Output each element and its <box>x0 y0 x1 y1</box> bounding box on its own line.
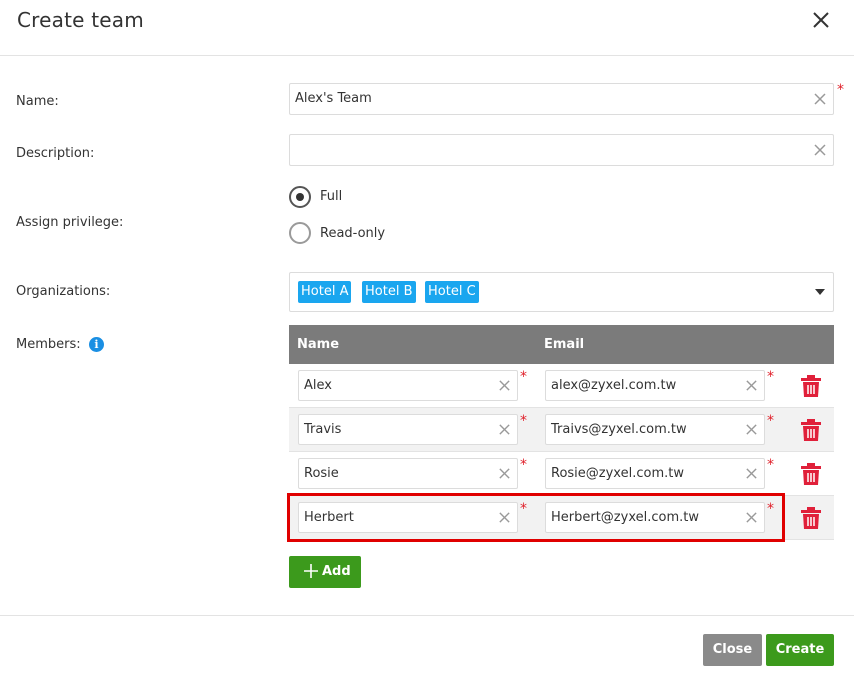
trash-icon[interactable] <box>800 418 822 442</box>
member-name-input[interactable]: Herbert <box>298 502 518 533</box>
member-name-value: Herbert <box>304 510 354 525</box>
column-header-name: Name <box>297 337 340 352</box>
member-name-input[interactable]: Travis <box>298 414 518 445</box>
organizations-label: Organizations: <box>16 284 111 299</box>
close-button[interactable]: Close <box>703 634 762 666</box>
required-mark: * <box>520 501 527 517</box>
clear-icon[interactable] <box>498 511 511 524</box>
required-mark: * <box>767 369 774 385</box>
chevron-down-icon[interactable] <box>815 289 825 295</box>
member-email-input[interactable]: Herbert@zyxel.com.tw <box>545 502 765 533</box>
member-name-value: Alex <box>304 378 332 393</box>
member-name-value: Travis <box>304 422 342 437</box>
clear-icon[interactable] <box>498 467 511 480</box>
members-table-header: Name Email <box>289 325 834 364</box>
member-email-value: alex@zyxel.com.tw <box>551 378 677 393</box>
trash-icon[interactable] <box>800 506 822 530</box>
member-email-value: Rosie@zyxel.com.tw <box>551 466 684 481</box>
organizations-select[interactable]: Hotel A Hotel B Hotel C <box>289 272 834 312</box>
required-mark: * <box>520 413 527 429</box>
clear-icon[interactable] <box>745 467 758 480</box>
organization-tag[interactable]: Hotel A <box>298 281 352 303</box>
privilege-readonly-radio[interactable] <box>289 222 311 244</box>
required-mark: * <box>520 369 527 385</box>
member-email-value: Herbert@zyxel.com.tw <box>551 510 699 525</box>
privilege-label: Assign privilege: <box>16 215 124 230</box>
clear-icon[interactable] <box>745 511 758 524</box>
organization-tag[interactable]: Hotel B <box>362 281 416 303</box>
dialog-title: Create team <box>17 8 144 32</box>
clear-icon[interactable] <box>745 423 758 436</box>
member-email-input[interactable]: Rosie@zyxel.com.tw <box>545 458 765 489</box>
required-mark: * <box>767 457 774 473</box>
privilege-full-radio[interactable] <box>289 186 311 208</box>
privilege-readonly-label: Read-only <box>320 226 386 241</box>
plus-icon <box>304 564 318 578</box>
add-member-label: Add <box>322 564 351 579</box>
clear-icon[interactable] <box>813 143 827 157</box>
description-label: Description: <box>16 146 95 161</box>
member-name-value: Rosie <box>304 466 339 481</box>
clear-icon[interactable] <box>498 379 511 392</box>
clear-icon[interactable] <box>745 379 758 392</box>
members-label: Members: <box>16 337 81 352</box>
create-button[interactable]: Create <box>766 634 834 666</box>
member-email-value: Traivs@zyxel.com.tw <box>551 422 687 437</box>
dialog-header: Create team <box>0 0 854 56</box>
close-icon[interactable] <box>810 9 832 31</box>
required-mark: * <box>767 413 774 429</box>
table-row: Alex * alex@zyxel.com.tw * <box>289 364 834 408</box>
table-row: Travis * Traivs@zyxel.com.tw * <box>289 408 834 452</box>
member-email-input[interactable]: Traivs@zyxel.com.tw <box>545 414 765 445</box>
privilege-full-label: Full <box>320 189 343 204</box>
required-mark: * <box>837 82 844 98</box>
table-row: Herbert * Herbert@zyxel.com.tw * <box>289 496 834 540</box>
name-label: Name: <box>16 94 59 109</box>
required-mark: * <box>767 501 774 517</box>
description-field[interactable] <box>289 134 834 166</box>
table-row: Rosie * Rosie@zyxel.com.tw * <box>289 452 834 496</box>
trash-icon[interactable] <box>800 462 822 486</box>
organization-tag[interactable]: Hotel C <box>425 281 479 303</box>
clear-icon[interactable] <box>813 92 827 106</box>
member-name-input[interactable]: Rosie <box>298 458 518 489</box>
column-header-email: Email <box>544 337 585 352</box>
trash-icon[interactable] <box>800 374 822 398</box>
clear-icon[interactable] <box>498 423 511 436</box>
team-name-field[interactable]: Alex's Team <box>289 83 834 115</box>
member-name-input[interactable]: Alex <box>298 370 518 401</box>
member-email-input[interactable]: alex@zyxel.com.tw <box>545 370 765 401</box>
info-icon[interactable]: i <box>89 337 104 352</box>
required-mark: * <box>520 457 527 473</box>
team-name-value: Alex's Team <box>295 91 372 106</box>
add-member-button[interactable]: Add <box>289 556 361 588</box>
